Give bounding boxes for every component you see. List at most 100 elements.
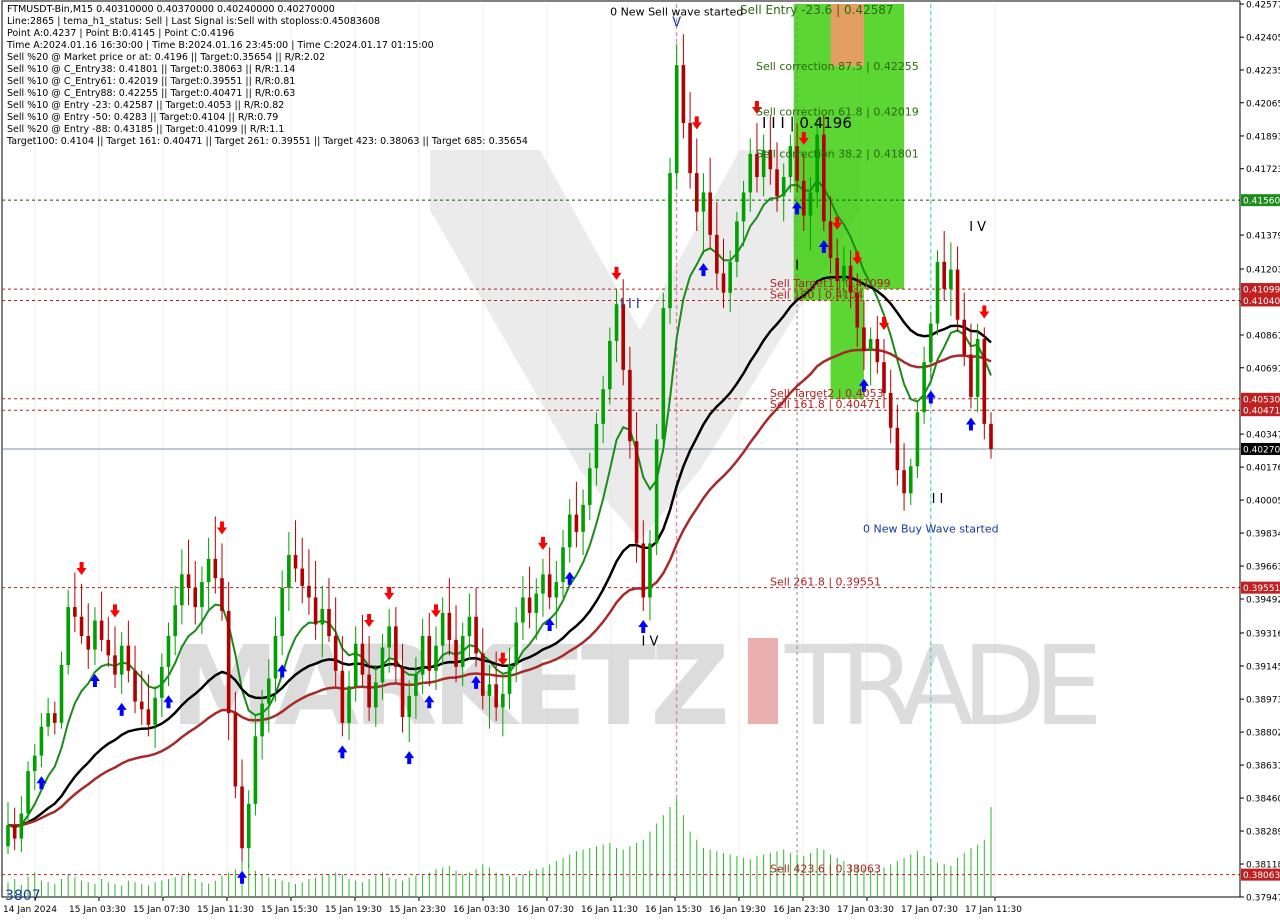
time-tick-label: 15 Jan 23:30: [389, 905, 446, 915]
candle-body: [260, 703, 264, 737]
info-line-market: Sell %20 @ Market price or at: 0.4196 ||…: [7, 52, 326, 63]
candle-body: [908, 466, 913, 494]
candle-body: [440, 612, 445, 646]
info-line-points: Point A:0.4237 | Point B:0.4145 | Point …: [7, 28, 235, 39]
info-line-symbol: FTMUSDT-Bin,M15 0.40310000 0.40370000 0.…: [7, 4, 335, 15]
time-tick-label: 16 Jan 19:30: [709, 905, 766, 915]
candle-body: [507, 664, 512, 694]
candle-body: [721, 273, 726, 293]
candle-body: [574, 514, 579, 532]
zone-label: Sell correction 87.5 | 0.42255: [756, 60, 919, 73]
candle-body: [6, 825, 10, 847]
candle-body: [226, 610, 231, 714]
candle-body: [561, 547, 565, 583]
candle-body: [661, 308, 666, 440]
candle-body: [26, 771, 30, 814]
zone-label: Sell Entry -23.6 | 0.42587: [740, 3, 894, 17]
candle-body: [915, 412, 920, 467]
candle-body: [373, 682, 378, 708]
candle-body: [447, 612, 452, 640]
candle-body: [694, 173, 699, 212]
candle-body: [534, 593, 539, 613]
candle-body: [293, 555, 298, 569]
candle-body: [133, 670, 137, 702]
candle-body: [621, 304, 626, 370]
price-tick-label: 0.40176: [1246, 464, 1280, 474]
time-tick-label: 15 Jan 07:30: [133, 905, 190, 915]
candle: [935, 250, 940, 336]
candle: [661, 292, 666, 453]
candle-body: [454, 639, 458, 667]
candle-body: [360, 643, 365, 675]
level-label: Sell 161.8 | 0.40471: [770, 398, 881, 411]
level-label: Sell 261.8 | 0.39551: [770, 576, 881, 589]
candle-body: [929, 323, 933, 363]
price-tick-label: 0.38631: [1246, 762, 1280, 772]
candle-body: [32, 755, 37, 772]
price-tag-label: 0.41560: [1243, 197, 1280, 207]
time-tick-label: 15 Jan 15:30: [261, 905, 318, 915]
price-tag-label: 0.39551: [1243, 584, 1280, 594]
candle-body: [808, 192, 813, 216]
candle-body: [273, 636, 278, 679]
candle-body: [280, 587, 284, 637]
candle-body: [173, 605, 177, 637]
time-tick-label: 16 Jan 07:30: [517, 905, 574, 915]
candle-body: [735, 221, 739, 262]
wave-label: 0 New Buy Wave started: [863, 522, 999, 535]
price-tag-label: 0.41099: [1243, 286, 1280, 296]
candle-body: [347, 686, 351, 723]
candle-body: [220, 578, 224, 611]
info-line-entry38: Sell %10 @ C_Entry38: 0.41801 || Target:…: [7, 64, 296, 75]
current-price-label: 0.40270: [1243, 445, 1280, 455]
candle-body: [501, 693, 505, 708]
info-line-status: Line:2865 | tema_h1_status: Sell | Last …: [7, 16, 381, 27]
candle-body: [868, 339, 873, 351]
candle-body: [414, 674, 418, 696]
candle-body: [119, 645, 124, 675]
candle-body: [166, 636, 171, 667]
candle-body: [367, 674, 371, 708]
candle-body: [962, 319, 967, 355]
candle-body: [193, 587, 198, 608]
candle-body: [380, 647, 385, 683]
price-tick-label: 0.38289: [1246, 828, 1280, 838]
candle-body: [554, 582, 559, 598]
candle-body: [654, 439, 659, 544]
candle: [654, 423, 659, 556]
wave-roman-label: I I: [932, 492, 944, 507]
time-tick-label: 17 Jan 07:30: [901, 905, 958, 915]
candle-body: [353, 643, 358, 687]
candle-body: [715, 234, 719, 274]
candle-body: [895, 427, 900, 471]
candle-body: [160, 666, 164, 698]
candle-body: [266, 678, 271, 704]
candle-body: [39, 726, 44, 756]
price-tick-label: 0.42235: [1246, 66, 1280, 76]
time-tick-label: 14 Jan 2024: [3, 905, 57, 915]
candle-body: [53, 713, 57, 723]
candle-body: [73, 607, 77, 617]
candle-body: [313, 597, 318, 625]
info-line-times: Time A:2024.01.16 16:30:00 | Time B:2024…: [7, 40, 434, 51]
candle-body: [99, 620, 104, 640]
candle-body: [407, 695, 412, 718]
candle-body: [327, 609, 331, 637]
candle-body: [200, 582, 204, 608]
candle-body: [246, 803, 251, 849]
price-tick-label: 0.39316: [1246, 629, 1280, 639]
candle-body: [340, 670, 345, 723]
candle-body: [233, 713, 238, 787]
time-tick-label: 15 Jan 03:30: [69, 905, 126, 915]
candle: [982, 327, 987, 440]
candle-body: [333, 636, 338, 671]
time-tick-label: 16 Jan 15:30: [645, 905, 702, 915]
candle-body: [206, 558, 211, 583]
level-label: Sell 423.6 | 0.38063: [770, 863, 881, 876]
candle-body: [59, 664, 64, 723]
zone-label: Sell correction 38.2 | 0.41801: [756, 148, 919, 161]
price-tick-label: 0.40691: [1246, 364, 1280, 374]
candle-body: [781, 177, 786, 197]
candle-body: [420, 636, 425, 675]
time-axis: 14 Jan 2024 15 Jan 03:30 15 Jan 07:30 15 Ja…: [3, 897, 1022, 915]
